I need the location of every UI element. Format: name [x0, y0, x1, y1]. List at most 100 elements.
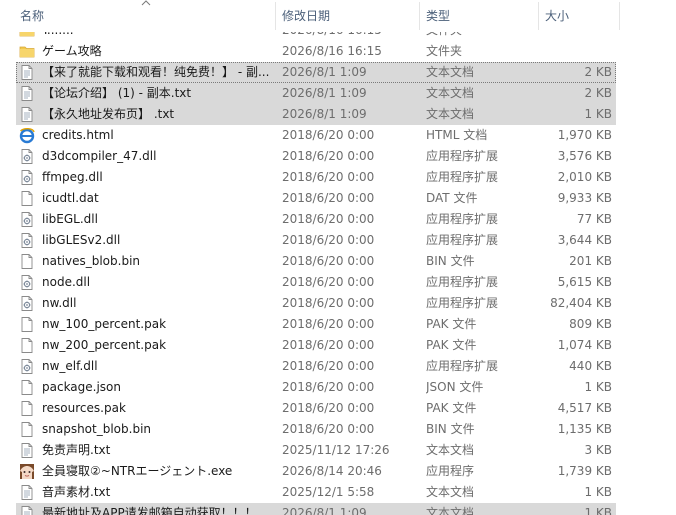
file-type: 文本文档 [426, 506, 475, 515]
file-row[interactable]: libGLESv2.dll 2018/6/20 0:00 应用程序扩展 3,644 K… [16, 230, 616, 251]
file-size: 4,517 KB [557, 401, 612, 415]
file-row[interactable]: natives_blob.bin 2018/6/20 0:00 BIN 文件 201 … [16, 251, 616, 272]
file-modified-date: 2018/6/20 0:00 [282, 170, 375, 184]
dll-file-icon [19, 148, 35, 165]
file-name: 全員寝取②~NTRエージェント.exe [42, 464, 233, 478]
generic-file-icon [19, 421, 35, 438]
dll-file-icon [19, 169, 35, 186]
file-size: 2 KB [584, 65, 612, 79]
file-row[interactable]: nw_200_percent.pak 2018/6/20 0:00 PAK 文件 1,… [16, 335, 616, 356]
column-header-type[interactable]: 类型 [420, 0, 538, 32]
file-name: libEGL.dll [42, 212, 98, 226]
file-modified-date: 2018/6/20 0:00 [282, 191, 375, 205]
text-file-icon [19, 505, 35, 515]
file-size: 440 KB [569, 359, 612, 373]
file-modified-date: 2026/8/14 20:46 [282, 464, 382, 478]
file-modified-date: 2026/8/16 16:15 [282, 44, 382, 58]
file-row[interactable]: 音声素材.txt 2025/12/1 5:58 文本文档 1 KB [16, 482, 616, 503]
file-row[interactable]: ffmpeg.dll 2018/6/20 0:00 应用程序扩展 2,010 KB [16, 167, 616, 188]
file-modified-date: 2018/6/20 0:00 [282, 422, 375, 436]
file-type: 文本文档 [426, 443, 475, 457]
file-row[interactable]: credits.html 2018/6/20 0:00 HTML 文档 1,970 K… [16, 125, 616, 146]
file-row[interactable]: 【永久地址发布页】 .txt 2026/8/1 1:09 文本文档 1 KB [16, 104, 616, 125]
file-row[interactable]: package.json 2018/6/20 0:00 JSON 文件 1 KB [16, 377, 616, 398]
file-size: 3,576 KB [557, 149, 612, 163]
folder-icon [19, 43, 35, 60]
file-modified-date: 2026/8/1 1:09 [282, 65, 367, 79]
file-row[interactable]: 最新地址及APP请发邮箱自动获取！！！... 2026/8/1 1:09 文本文档 1… [16, 503, 616, 515]
file-name: nw.dll [42, 296, 77, 310]
file-row[interactable]: resources.pak 2018/6/20 0:00 PAK 文件 4,517 K… [16, 398, 616, 419]
file-type: JSON 文件 [426, 380, 484, 394]
file-name: 最新地址及APP请发邮箱自动获取！！！... [42, 506, 269, 515]
file-modified-date: 2018/6/20 0:00 [282, 401, 375, 415]
file-size: 9,933 KB [557, 191, 612, 205]
file-type: BIN 文件 [426, 254, 475, 268]
file-name: ゲーム攻略 [42, 44, 102, 58]
file-size: 1,074 KB [557, 338, 612, 352]
file-size: 3,644 KB [557, 233, 612, 247]
file-modified-date: 2018/6/20 0:00 [282, 233, 375, 247]
file-size [542, 41, 612, 62]
file-row[interactable]: icudtl.dat 2018/6/20 0:00 DAT 文件 9,933 KB [16, 188, 616, 209]
file-size: 77 KB [576, 212, 612, 226]
generic-file-icon [19, 337, 35, 354]
file-modified-date: 2026/8/1 1:09 [282, 506, 367, 515]
file-type: 应用程序扩展 [426, 233, 499, 247]
file-row[interactable]: snapshot_blob.bin 2018/6/20 0:00 BIN 文件 1,1… [16, 419, 616, 440]
file-row[interactable]: 【论坛介绍】 (1) - 副本.txt 2026/8/1 1:09 文本文档 2 KB [16, 83, 616, 104]
file-row[interactable]: d3dcompiler_47.dll 2018/6/20 0:00 应用程序扩展 3,… [16, 146, 616, 167]
file-size: 5,615 KB [557, 275, 612, 289]
file-row[interactable]: nw_100_percent.pak 2018/6/20 0:00 PAK 文件 80… [16, 314, 616, 335]
file-type: BIN 文件 [426, 422, 475, 436]
file-type: 应用程序扩展 [426, 212, 499, 226]
file-size: 1 KB [584, 485, 612, 499]
file-modified-date: 2018/6/20 0:00 [282, 254, 375, 268]
file-type: 文件夹 [426, 44, 463, 58]
generic-file-icon [19, 316, 35, 333]
file-row[interactable]: node.dll 2018/6/20 0:00 应用程序扩展 5,615 KB [16, 272, 616, 293]
file-row[interactable]: nw_elf.dll 2018/6/20 0:00 应用程序扩展 440 KB [16, 356, 616, 377]
dll-file-icon [19, 211, 35, 228]
file-modified-date: 2025/12/1 5:58 [282, 485, 375, 499]
file-type: 应用程序扩展 [426, 170, 499, 184]
file-type: DAT 文件 [426, 191, 478, 205]
column-header-date[interactable]: 修改日期 [276, 0, 419, 32]
column-divider[interactable] [619, 2, 620, 30]
file-modified-date: 2018/6/20 0:00 [282, 380, 375, 394]
dll-file-icon [19, 274, 35, 291]
file-name: 【永久地址发布页】 .txt [42, 107, 175, 121]
file-type: HTML 文档 [426, 128, 488, 142]
file-modified-date: 2018/6/20 0:00 [282, 359, 375, 373]
file-name: 音声素材.txt [42, 485, 111, 499]
ie-html-icon [19, 127, 35, 144]
column-header-name[interactable]: 名称 [14, 0, 275, 32]
vertical-scrollbar[interactable] [668, 0, 676, 515]
file-size: 1,970 KB [557, 128, 612, 142]
file-modified-date: 2026/8/1 1:09 [282, 107, 367, 121]
file-name: node.dll [42, 275, 91, 289]
file-name: nw_200_percent.pak [42, 338, 167, 352]
file-name: icudtl.dat [42, 191, 99, 205]
file-type: PAK 文件 [426, 401, 477, 415]
file-row[interactable]: libEGL.dll 2018/6/20 0:00 应用程序扩展 77 KB [16, 209, 616, 230]
file-row[interactable]: 全員寝取②~NTRエージェント.exe 2026/8/14 20:46 应用程序 1,… [16, 461, 616, 482]
file-size: 1 KB [584, 107, 612, 121]
file-row[interactable]: 【来了就能下载和观看！纯免费！】 - 副... 2026/8/1 1:09 文本文档… [16, 62, 616, 83]
file-explorer: Y.......2026/8/16 16:15文件夹ゲーム攻略2026/8/16… [0, 0, 676, 515]
file-row[interactable]: nw.dll 2018/6/20 0:00 应用程序扩展 82,404 KB [16, 293, 616, 314]
text-file-icon [19, 484, 35, 501]
file-modified-date: 2025/11/12 17:26 [282, 443, 390, 457]
file-row[interactable]: 免责声明.txt 2025/11/12 17:26 文本文档 3 KB [16, 440, 616, 461]
dll-file-icon [19, 232, 35, 249]
file-list[interactable]: Y.......2026/8/16 16:15文件夹ゲーム攻略2026/8/16… [0, 23, 676, 515]
file-size: 1,135 KB [557, 422, 612, 436]
file-type: 应用程序 [426, 464, 475, 478]
file-name: ffmpeg.dll [42, 170, 103, 184]
file-modified-date: 2018/6/20 0:00 [282, 149, 375, 163]
column-header-size[interactable]: 大小 [539, 0, 619, 32]
file-type: 文本文档 [426, 485, 475, 499]
file-type: PAK 文件 [426, 317, 477, 331]
file-row[interactable]: ゲーム攻略 2026/8/16 16:15 文件夹 [16, 41, 616, 62]
file-size: 809 KB [569, 317, 612, 331]
